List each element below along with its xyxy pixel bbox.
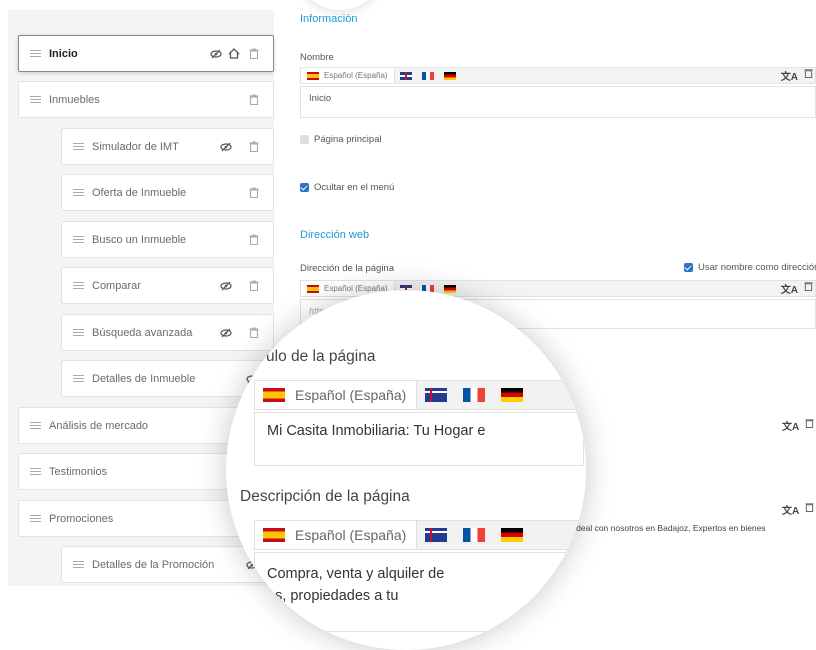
lang-selector[interactable]: Español (España): [255, 521, 418, 549]
tree-item-label: Simulador de IMT: [92, 140, 179, 153]
desc-lang-bar: Español (España): [254, 520, 584, 550]
drag-handle-icon[interactable]: [73, 329, 84, 336]
flag-fr-icon[interactable]: [463, 528, 486, 542]
drag-handle-icon[interactable]: [73, 561, 84, 568]
flag-fr-icon[interactable]: [421, 71, 434, 80]
flag-gb-icon[interactable]: [399, 71, 412, 80]
trash-icon[interactable]: [247, 233, 261, 247]
lang-selected-label: Español (España): [295, 527, 407, 543]
tree-item-label: Comparar: [92, 279, 141, 292]
hide-menu-label: Ocultar en el menú: [314, 182, 395, 193]
tree-item-oferta[interactable]: Oferta de Inmueble: [61, 174, 274, 211]
tree-item-comparar[interactable]: Comparar: [61, 267, 274, 304]
desc-line: es, propiedades a tu: [267, 588, 399, 604]
tree-item-label: Inmuebles: [49, 93, 100, 106]
drag-handle-icon[interactable]: [73, 375, 84, 382]
section-web-title: Dirección web: [300, 229, 370, 241]
drag-handle-icon[interactable]: [73, 282, 84, 289]
flag-de-icon[interactable]: [443, 284, 456, 293]
drag-handle-icon[interactable]: [30, 422, 41, 429]
tree-item-detalles-inmueble[interactable]: Detalles de Inmueble: [61, 360, 274, 397]
page-description-input[interactable]: Compra, venta y alquiler de es, propieda…: [254, 552, 584, 632]
eye-slash-icon[interactable]: [209, 47, 223, 61]
name-lang-bar: Español (España) 文A: [300, 67, 816, 84]
home-icon[interactable]: [227, 47, 241, 61]
eye-slash-icon[interactable]: [219, 140, 233, 154]
trash-icon[interactable]: [805, 418, 814, 433]
trash-icon[interactable]: [247, 326, 261, 340]
translate-icon[interactable]: 文A: [782, 418, 799, 433]
tree-item-inmuebles[interactable]: Inmuebles: [18, 81, 274, 118]
lang-selector[interactable]: Español (España): [255, 381, 418, 409]
drag-handle-icon[interactable]: [30, 468, 41, 475]
flag-fr-icon[interactable]: [463, 388, 486, 402]
flag-de-icon[interactable]: [501, 388, 524, 402]
lang-selector[interactable]: Español (España): [301, 68, 395, 83]
eye-slash-icon[interactable]: [219, 279, 233, 293]
checkbox-icon[interactable]: [300, 135, 309, 144]
lang-selected-label: Español (España): [295, 387, 407, 403]
page-title-input[interactable]: Mi Casita Inmobiliaria: Tu Hogar e: [254, 412, 584, 466]
drag-handle-icon[interactable]: [30, 50, 41, 57]
tree-item-simulador[interactable]: Simulador de IMT: [61, 128, 274, 165]
eye-slash-icon[interactable]: [219, 326, 233, 340]
tree-item-label: Inicio: [49, 47, 78, 60]
flag-gb-icon[interactable]: [425, 388, 448, 402]
lang-selected-label: Español (España): [324, 71, 388, 80]
name-input[interactable]: Inicio: [300, 86, 816, 118]
use-name-checkbox[interactable]: Usar nombre como dirección: [684, 262, 816, 273]
tree-item-busco[interactable]: Busco un Inmueble: [61, 221, 274, 258]
flag-de-icon[interactable]: [443, 71, 456, 80]
translate-icon[interactable]: 文A: [781, 68, 798, 83]
trash-icon[interactable]: [805, 502, 814, 517]
tree-item-label: Detalles de Inmueble: [92, 372, 196, 385]
checkbox-checked-icon[interactable]: [684, 263, 693, 272]
name-label: Nombre: [300, 52, 334, 63]
translate-icon[interactable]: 文A: [781, 281, 798, 296]
trash-icon[interactable]: [247, 140, 261, 154]
title-translate-controls: 文A: [782, 418, 814, 433]
flag-es-icon: [263, 528, 285, 542]
flag-de-icon[interactable]: [501, 528, 524, 542]
trash-icon[interactable]: [804, 68, 813, 83]
tree-item-label: Oferta de Inmueble: [92, 186, 187, 199]
drag-handle-icon[interactable]: [73, 236, 84, 243]
tree-item-label: Busco un Inmueble: [92, 233, 187, 246]
trash-icon[interactable]: [247, 47, 261, 61]
flag-es-icon: [263, 388, 285, 402]
main-page-label: Página principal: [314, 134, 382, 145]
desc-translate-controls: 文A: [782, 502, 814, 517]
tree-item-detalles-promocion[interactable]: Detalles de la Promoción: [61, 546, 274, 583]
use-name-label: Usar nombre como dirección: [698, 262, 816, 273]
main-page-checkbox[interactable]: Página principal: [300, 134, 382, 145]
url-label: Dirección de la página: [300, 263, 395, 274]
flag-es-icon: [307, 284, 319, 293]
drag-handle-icon[interactable]: [30, 515, 41, 522]
desc-line: Compra, venta y alquiler de: [267, 566, 445, 582]
tree-item-busqueda[interactable]: Búsqueda avanzada: [61, 314, 274, 351]
page-title-label: ulo de la página: [266, 348, 376, 365]
drag-handle-icon[interactable]: [73, 143, 84, 150]
drag-handle-icon[interactable]: [30, 96, 41, 103]
tree-item-label: Detalles de la Promoción: [92, 558, 215, 571]
flag-es-icon: [307, 71, 319, 80]
checkbox-checked-icon[interactable]: [300, 183, 309, 192]
trash-icon[interactable]: [247, 186, 261, 200]
tree-item-inicio[interactable]: Inicio: [18, 35, 274, 72]
title-lang-bar: Español (España): [254, 380, 584, 410]
section-info-title: Información: [300, 13, 358, 25]
tree-item-label: Búsqueda avanzada: [92, 326, 193, 339]
hide-menu-checkbox[interactable]: Ocultar en el menú: [300, 182, 394, 193]
magnifier-overlay: ulo de la página Español (España) Mi Cas…: [226, 290, 586, 650]
trash-icon[interactable]: [247, 93, 261, 107]
translate-icon[interactable]: 文A: [782, 502, 799, 517]
page-description-label: Descripción de la página: [240, 488, 410, 505]
trash-icon[interactable]: [247, 279, 261, 293]
flag-gb-icon[interactable]: [425, 528, 448, 542]
trash-icon[interactable]: [804, 281, 813, 296]
drag-handle-icon[interactable]: [73, 189, 84, 196]
